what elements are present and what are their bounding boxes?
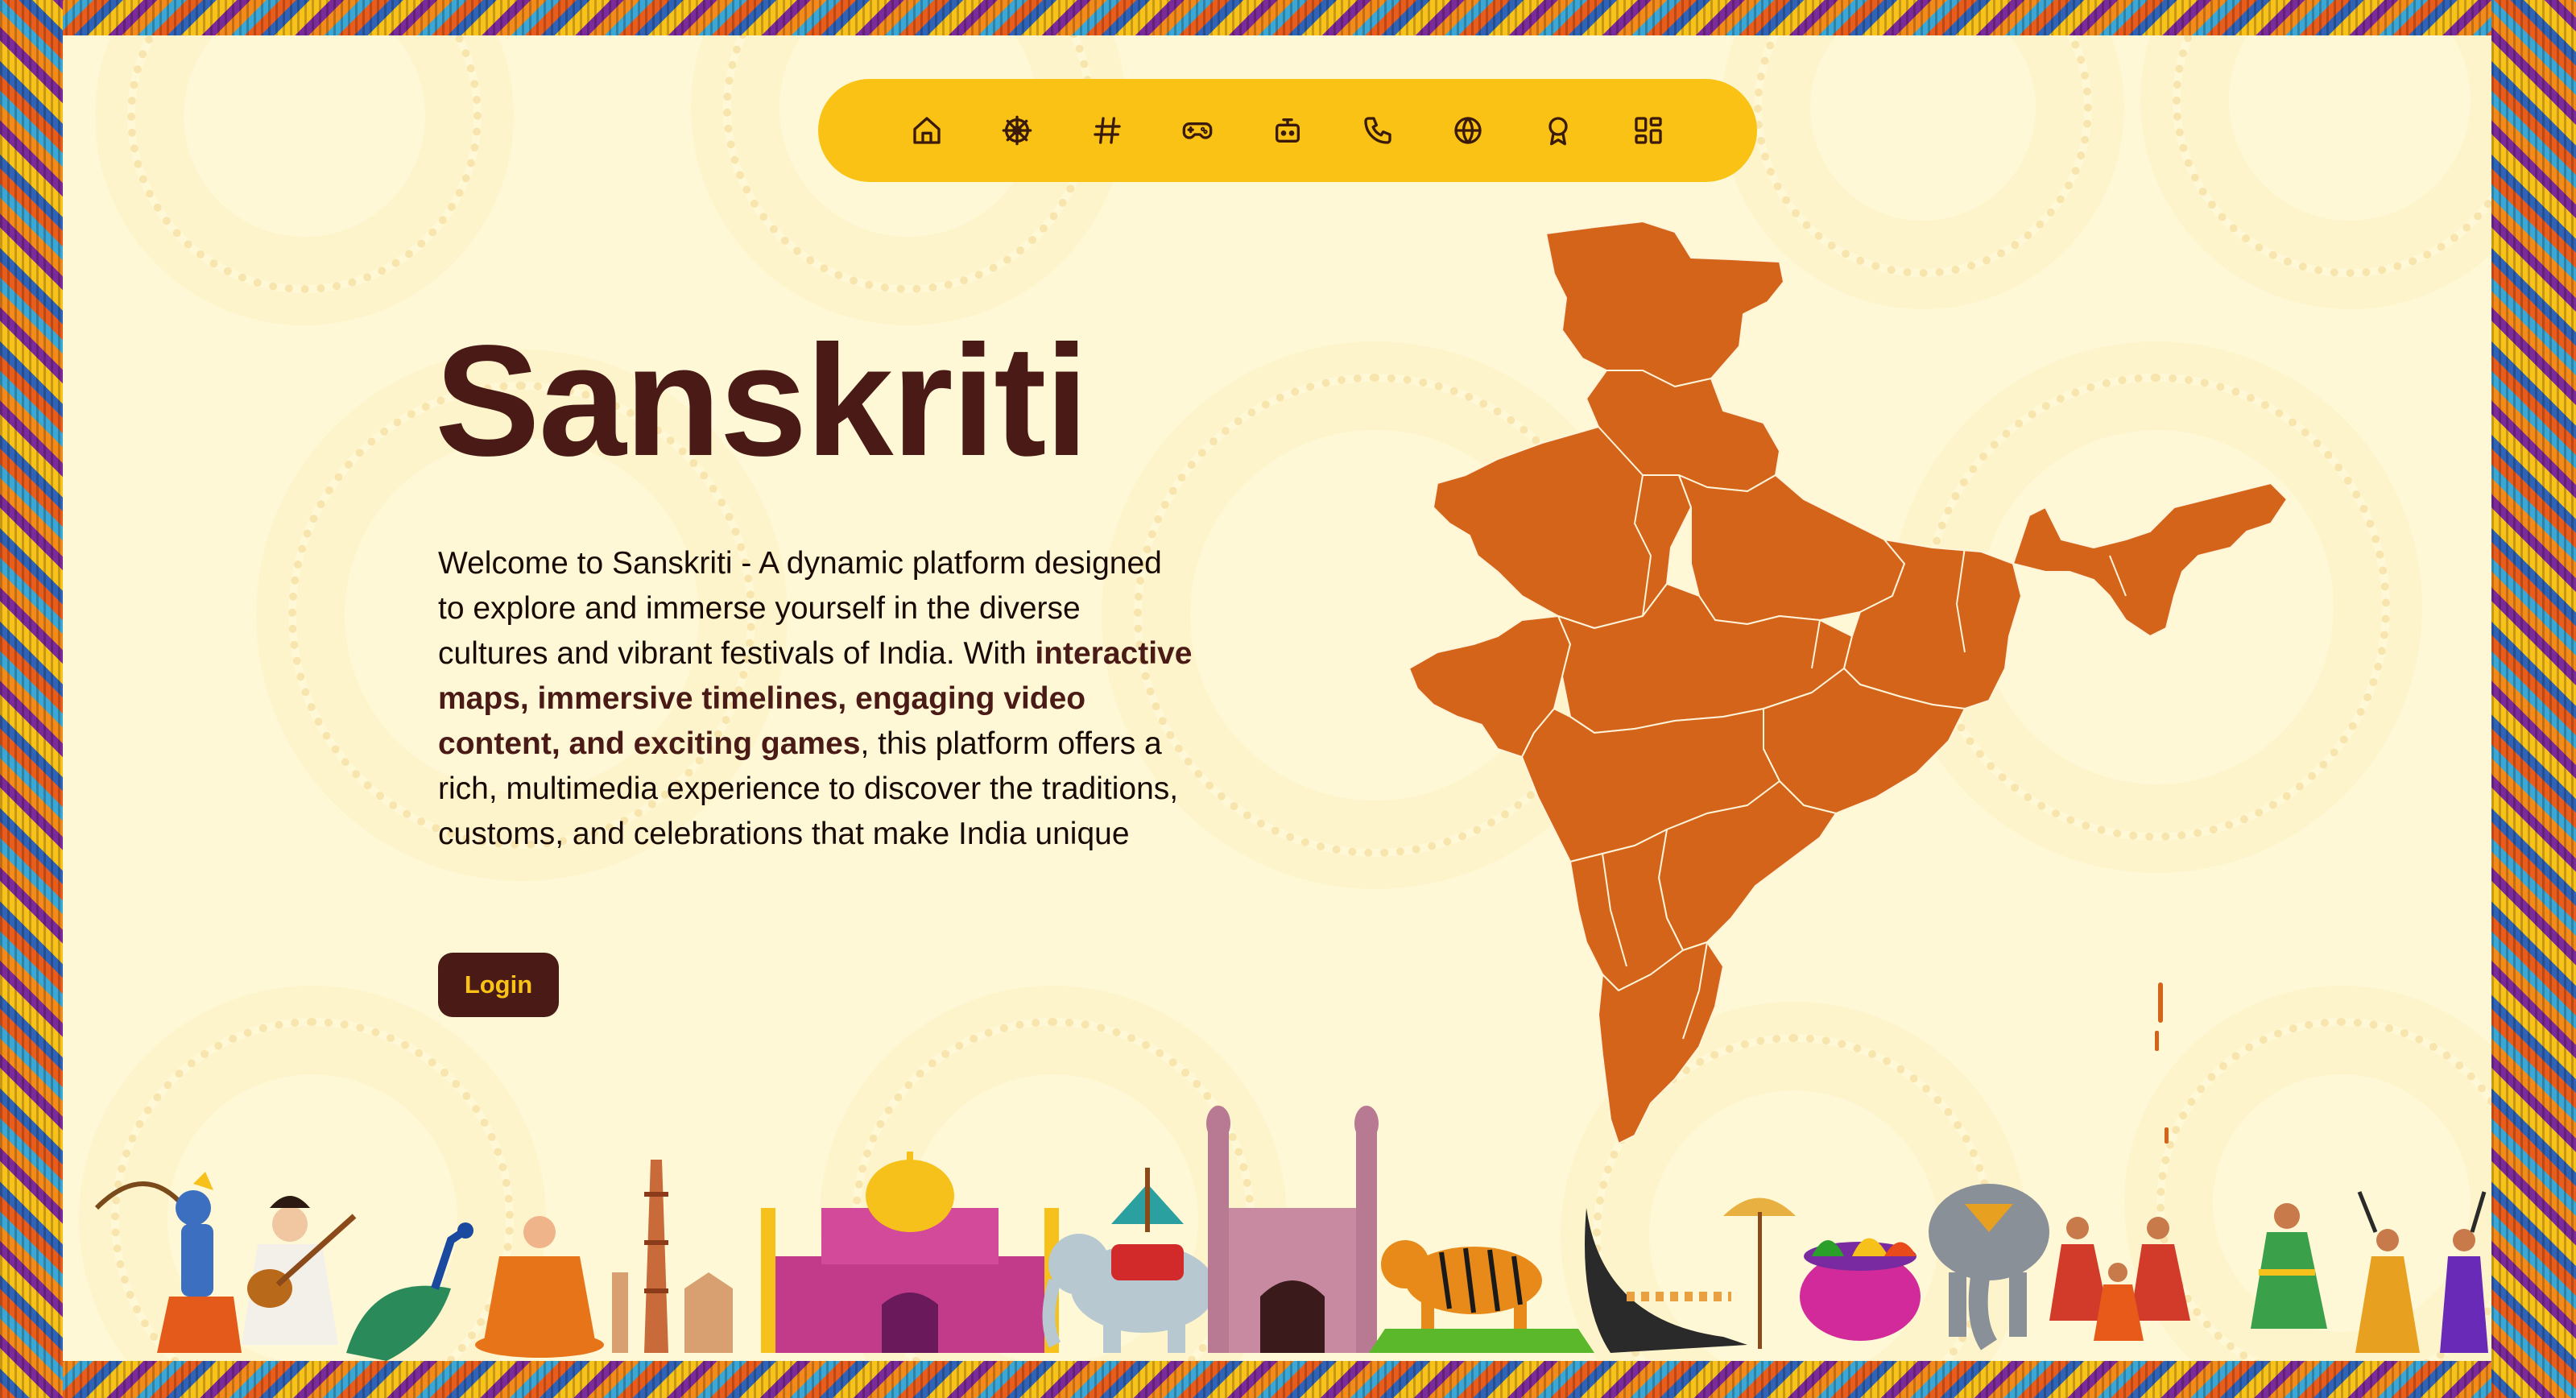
- map-region-northeast: [2012, 482, 2288, 637]
- globe-icon[interactable]: [1449, 112, 1486, 149]
- dashboard-icon[interactable]: [1630, 112, 1667, 149]
- phone-icon[interactable]: [1359, 112, 1396, 149]
- page-title: Sanskriti: [435, 312, 1089, 489]
- home-icon[interactable]: [908, 112, 945, 149]
- mandala-pattern: [111, 1018, 514, 1361]
- mandala-pattern: [852, 1018, 1255, 1361]
- top-nav-bar: [818, 79, 1757, 182]
- badge-icon[interactable]: [1540, 112, 1577, 149]
- login-button[interactable]: Login: [438, 953, 559, 1017]
- mandala-pattern: [127, 35, 482, 293]
- map-region-islands: [2158, 982, 2163, 1023]
- hashtag-icon[interactable]: [1089, 112, 1126, 149]
- hero-description: Welcome to Sanskriti - A dynamic platfor…: [438, 541, 1195, 857]
- decorative-border-right: [2491, 0, 2576, 1398]
- india-map[interactable]: [1401, 217, 2311, 1184]
- decorative-border-bottom: [0, 1361, 2576, 1398]
- decorative-border-top: [0, 0, 2576, 35]
- bot-icon[interactable]: [1269, 112, 1306, 149]
- map-region-up: [1678, 474, 1905, 625]
- dharma-wheel-icon[interactable]: [999, 112, 1036, 149]
- map-region-north: [1545, 221, 1784, 387]
- gamepad-icon[interactable]: [1179, 112, 1216, 149]
- decorative-border-left: [0, 0, 63, 1398]
